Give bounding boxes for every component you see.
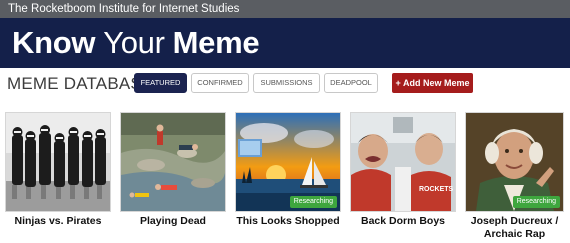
meme-card[interactable]: ROCKETS Back Dorm Boys [350, 112, 456, 227]
logo-word-meme: Meme [172, 25, 260, 60]
status-badge: Researching [512, 196, 560, 208]
meme-title[interactable]: This Looks Shopped [229, 215, 347, 228]
top-bar: The Rocketboom Institute for Internet St… [0, 0, 570, 18]
meme-title[interactable]: Back Dorm Boys [344, 215, 462, 228]
meme-thumbnail-playing-dead[interactable] [120, 112, 226, 212]
status-badge: Researching [289, 196, 337, 208]
site-banner: Know Your Meme [0, 18, 570, 68]
svg-text:ROCKETS: ROCKETS [419, 186, 454, 193]
meme-title[interactable]: Joseph Ducreux / Archaic Rap [457, 215, 570, 241]
logo-word-know: Know [12, 25, 96, 60]
meme-title[interactable]: Ninjas vs. Pirates [0, 215, 117, 228]
tab-confirmed[interactable]: CONFIRMED [191, 73, 249, 93]
tab-submissions[interactable]: SUBMISSIONS [253, 73, 320, 93]
tab-deadpool[interactable]: DEADPOOL [324, 73, 378, 93]
meme-card[interactable]: Researching Joseph Ducreux / Archaic Rap [465, 112, 564, 240]
meme-card[interactable]: Ninjas vs. Pirates [5, 112, 111, 227]
meme-title[interactable]: Playing Dead [114, 215, 232, 228]
institute-title[interactable]: The Rocketboom Institute for Internet St… [8, 2, 239, 16]
meme-card[interactable]: Playing Dead [120, 112, 226, 227]
site-logo[interactable]: Know Your Meme [12, 25, 260, 60]
meme-card[interactable]: Researching This Looks Shopped [235, 112, 341, 227]
tab-featured[interactable]: FEATURED [134, 73, 187, 93]
add-new-meme-button[interactable]: + Add New Meme [392, 73, 473, 93]
meme-thumbnail-joseph-ducreux[interactable]: Researching [465, 112, 564, 212]
meme-thumbnail-ninjas[interactable] [5, 112, 111, 212]
meme-thumbnail-this-looks-shopped[interactable]: Researching [235, 112, 341, 212]
meme-thumbnail-back-dorm-boys[interactable]: ROCKETS [350, 112, 456, 212]
logo-word-your: Your [103, 25, 165, 60]
database-title: MEME DATABASE [7, 74, 154, 93]
